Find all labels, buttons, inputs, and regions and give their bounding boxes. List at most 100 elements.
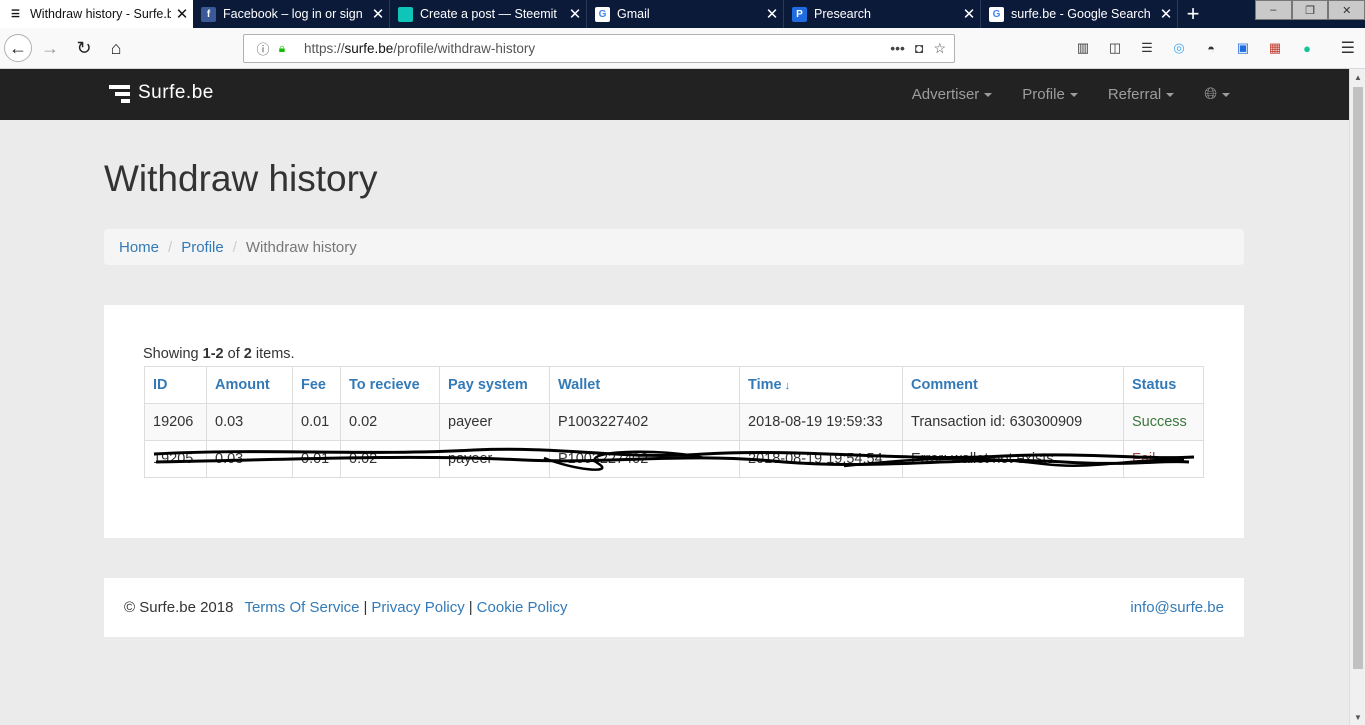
address-bar[interactable]: ⓘ 🔒︎ https://surfe.be/profile/withdraw-h… bbox=[243, 34, 955, 63]
cell-to-receive: 0.02 bbox=[340, 403, 440, 441]
tab-facebook[interactable]: f Facebook – log in or sign ✕ bbox=[193, 0, 390, 28]
column-status[interactable]: Status bbox=[1123, 366, 1204, 404]
footer-separator: | bbox=[468, 599, 473, 616]
cell-time: 2018-08-19 19:59:33 bbox=[739, 403, 903, 441]
breadcrumb: Home / Profile / Withdraw history bbox=[104, 229, 1244, 265]
breadcrumb-home[interactable]: Home bbox=[119, 239, 159, 256]
hamburger-menu-icon[interactable]: ☰ bbox=[1341, 38, 1355, 58]
site-navbar: Surfe.be Advertiser Profile Referral 🌐︎ bbox=[0, 69, 1349, 120]
incognito-icon[interactable]: ◓ bbox=[1200, 38, 1222, 58]
toolbar-icons: ▥ ◫ ☰ ◎ ◓ ▣ ▦ ● bbox=[1072, 38, 1318, 58]
bookmark-star-icon[interactable]: ☆ bbox=[933, 40, 946, 57]
tab-withdraw-history[interactable]: ☰ Withdraw history - Surfe.b ✕ bbox=[0, 0, 193, 28]
close-icon[interactable]: ✕ bbox=[367, 5, 389, 23]
close-icon[interactable]: ✕ bbox=[958, 5, 980, 23]
cell-amount: 0.03 bbox=[206, 403, 293, 441]
google-icon: G bbox=[989, 6, 1004, 22]
forward-arrow-icon[interactable]: → bbox=[36, 34, 64, 62]
back-arrow-icon[interactable]: ← bbox=[4, 34, 32, 62]
tab-google-search[interactable]: G surfe.be - Google Search ✕ bbox=[981, 0, 1178, 28]
scroll-down-icon[interactable]: ▼ bbox=[1350, 709, 1365, 725]
close-icon[interactable]: ✕ bbox=[171, 5, 193, 23]
cell-comment: Transaction id: 630300909 bbox=[902, 403, 1124, 441]
column-pay-system[interactable]: Pay system bbox=[439, 366, 550, 404]
breadcrumb-current: Withdraw history bbox=[245, 238, 357, 256]
info-icon[interactable]: ⓘ bbox=[252, 39, 274, 58]
menu-advertiser[interactable]: Advertiser bbox=[897, 69, 1008, 120]
caret-down-icon bbox=[984, 92, 993, 97]
new-tab-button[interactable]: + bbox=[1178, 0, 1208, 28]
tab-title: Presearch bbox=[814, 7, 871, 21]
grid-summary: Showing 1-2 of 2 items. bbox=[143, 346, 295, 362]
page-scrollbar[interactable]: ▲ ▼ bbox=[1349, 69, 1365, 725]
breadcrumb-profile[interactable]: Profile bbox=[181, 239, 224, 256]
globe-icon: 🌐︎ bbox=[1204, 85, 1217, 103]
window-close-icon[interactable]: ✕ bbox=[1328, 0, 1365, 20]
cell-wallet: P1003227402 bbox=[549, 403, 740, 441]
column-comment[interactable]: Comment bbox=[902, 366, 1124, 404]
tab-presearch[interactable]: P Presearch ✕ bbox=[784, 0, 981, 28]
steemit-icon bbox=[398, 6, 413, 22]
terms-of-service-link[interactable]: Terms Of Service bbox=[244, 599, 359, 616]
close-icon[interactable]: ✕ bbox=[564, 5, 586, 23]
summary-prefix: Showing bbox=[143, 346, 203, 362]
maximize-icon[interactable]: ❐ bbox=[1291, 0, 1329, 20]
library-icon[interactable]: ▥ bbox=[1072, 38, 1094, 58]
cell-fee: 0.01 bbox=[292, 440, 341, 478]
breadcrumb-separator: / bbox=[232, 238, 237, 256]
pocket-icon[interactable]: ◘ bbox=[915, 40, 923, 57]
close-icon[interactable]: ✕ bbox=[1155, 5, 1177, 23]
scroll-up-icon[interactable]: ▲ bbox=[1350, 69, 1365, 85]
privacy-policy-link[interactable]: Privacy Policy bbox=[371, 599, 464, 616]
column-amount[interactable]: Amount bbox=[206, 366, 293, 404]
seo-extension-icon[interactable]: ▦ bbox=[1264, 38, 1286, 58]
window-controls: – ❐ ✕ bbox=[1255, 0, 1365, 20]
site-footer: © Surfe.be 2018 Terms Of Service | Priva… bbox=[104, 578, 1244, 637]
column-wallet[interactable]: Wallet bbox=[549, 366, 740, 404]
home-icon[interactable]: ⌂ bbox=[102, 34, 130, 62]
presearch-icon: P bbox=[792, 6, 807, 22]
page-actions-icon[interactable]: ••• bbox=[890, 40, 905, 57]
table-row: 19206 0.03 0.01 0.02 payeer P1003227402 … bbox=[144, 403, 1204, 441]
grammarly-icon[interactable]: ● bbox=[1296, 38, 1318, 58]
browser-toolbar: ← → ↻ ⌂ ⓘ 🔒︎ https://surfe.be/profile/wi… bbox=[0, 28, 1365, 69]
column-id[interactable]: ID bbox=[144, 366, 207, 404]
brand-link[interactable]: Surfe.be bbox=[109, 82, 214, 104]
surfe-icon: ☰ bbox=[11, 8, 20, 20]
tab-steemit[interactable]: Create a post — Steemit ✕ bbox=[390, 0, 587, 28]
column-to-receive[interactable]: To recieve bbox=[340, 366, 440, 404]
summary-range: 1-2 bbox=[202, 346, 224, 362]
contact-email-link[interactable]: info@surfe.be bbox=[1130, 599, 1224, 616]
close-icon[interactable]: ✕ bbox=[761, 5, 783, 23]
cookie-policy-link[interactable]: Cookie Policy bbox=[477, 599, 568, 616]
column-fee[interactable]: Fee bbox=[292, 366, 341, 404]
menu-language[interactable]: 🌐︎ bbox=[1189, 69, 1245, 120]
cell-to-receive: 0.02 bbox=[340, 440, 440, 478]
cell-comment: Error: wallet not exists bbox=[902, 440, 1124, 478]
url-text[interactable]: https://surfe.be/profile/withdraw-histor… bbox=[304, 41, 890, 56]
sidebar-icon[interactable]: ◫ bbox=[1104, 38, 1126, 58]
tab-title: Gmail bbox=[617, 7, 650, 21]
minimize-icon[interactable]: – bbox=[1255, 0, 1292, 20]
browser-tab-bar: ☰ Withdraw history - Surfe.b ✕ f Faceboo… bbox=[0, 0, 1365, 28]
column-time[interactable]: Time ↓ bbox=[739, 366, 903, 404]
caret-down-icon bbox=[1069, 92, 1078, 97]
table-header-row: ID Amount Fee To recieve Pay system Wall… bbox=[144, 366, 1204, 404]
scroll-thumb[interactable] bbox=[1353, 87, 1363, 669]
footer-separator: | bbox=[363, 599, 368, 616]
tab-title: Create a post — Steemit bbox=[420, 7, 557, 21]
menu-profile[interactable]: Profile bbox=[1007, 69, 1093, 120]
reload-icon[interactable]: ↻ bbox=[70, 34, 98, 62]
cell-status: Fail bbox=[1123, 440, 1204, 478]
extension-icon[interactable]: ◎ bbox=[1168, 38, 1190, 58]
cell-pay-system: payeer bbox=[439, 403, 550, 441]
presearch-extension-icon[interactable]: ▣ bbox=[1232, 38, 1254, 58]
surfe-extension-icon[interactable]: ☰ bbox=[1136, 38, 1158, 58]
menu-referral[interactable]: Referral bbox=[1093, 69, 1189, 120]
summary-of: of bbox=[223, 346, 244, 362]
tab-title: surfe.be - Google Search bbox=[1011, 7, 1151, 21]
lock-icon: 🔒︎ bbox=[278, 41, 286, 55]
tab-gmail[interactable]: G Gmail ✕ bbox=[587, 0, 784, 28]
cell-amount: 0.03 bbox=[206, 440, 293, 478]
summary-total: 2 bbox=[243, 346, 252, 362]
